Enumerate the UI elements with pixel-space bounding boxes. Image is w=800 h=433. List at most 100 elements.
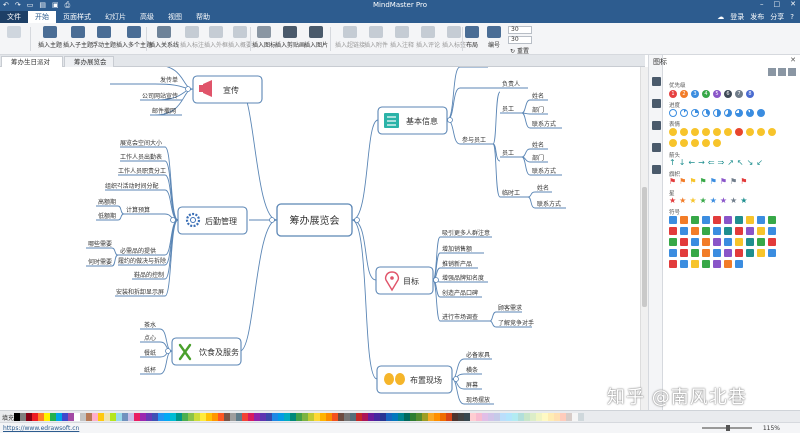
collapse-toggle[interactable] (269, 217, 275, 223)
collapse-toggle[interactable] (165, 348, 171, 354)
leaf-screens[interactable]: 安装和拆卸显示屏 (116, 288, 164, 296)
symbol-icon[interactable] (702, 260, 710, 268)
collapse-toggle[interactable] (170, 217, 176, 223)
arrow-ne-icon[interactable]: ↗ (727, 159, 734, 167)
flag-red-2-icon[interactable]: ⚑ (740, 178, 747, 186)
leaf-temp-worker[interactable]: 临时工 (502, 189, 520, 197)
symbol-icon[interactable] (669, 216, 677, 224)
symbol-icon[interactable] (680, 216, 688, 224)
tongue-icon[interactable] (768, 128, 776, 136)
symbol-icon[interactable] (680, 260, 688, 268)
symbol-icon[interactable] (768, 227, 776, 235)
progress-25-icon[interactable] (691, 109, 699, 117)
menu-page-style[interactable]: 页面样式 (56, 11, 98, 23)
symbol-icon[interactable] (669, 227, 677, 235)
grid-view-icon[interactable] (768, 68, 776, 76)
tab-birthday-party[interactable]: 筹办生日派对 (1, 56, 63, 67)
symbol-icon[interactable] (735, 249, 743, 257)
color-swatch[interactable] (578, 413, 584, 421)
flag-gray-icon[interactable]: ⚑ (730, 178, 737, 186)
mindmap-canvas[interactable]: 筹办展览会 宣传 后勤管理 饮食及服务 基本信息 目标 布置现场 发传单 公司网… (0, 67, 640, 410)
reset-button[interactable]: ↻ 重置 (510, 46, 529, 55)
grin-icon[interactable] (691, 128, 699, 136)
leaf-screen[interactable]: 屏幕 (466, 381, 478, 389)
publish-button[interactable]: 发布 (750, 12, 764, 22)
star-red-icon[interactable]: ★ (669, 197, 676, 205)
angry-icon[interactable] (735, 128, 743, 136)
website-link[interactable]: https://www.edrawsoft.cn (3, 425, 79, 432)
symbol-icon[interactable] (724, 227, 732, 235)
spacing-spinner-b[interactable]: 30 (508, 36, 532, 44)
leaf-attendance[interactable]: 工作人员出勤表 (120, 153, 162, 161)
menu-home[interactable]: 开始 (28, 11, 56, 23)
tab-exhibition[interactable]: 筹办展览会 (64, 56, 114, 67)
insert-image-button[interactable]: 插入图片 (298, 25, 334, 53)
leaf-name-3[interactable]: 姓名 (537, 184, 549, 192)
symbol-icon[interactable] (724, 216, 732, 224)
leaf-banner[interactable]: 横条 (466, 366, 478, 374)
symbol-icon[interactable] (746, 227, 754, 235)
list-view-icon[interactable] (778, 68, 786, 76)
leaf-new-product[interactable]: 推销新产品 (442, 260, 472, 268)
arrow-left-2-icon[interactable]: ⇐ (708, 159, 715, 167)
symbol-icon[interactable] (735, 216, 743, 224)
leaf-contact-1[interactable]: 联系方式 (532, 120, 556, 128)
leaf-reputation[interactable]: 创造产品口碑 (442, 289, 478, 297)
progress-88-icon[interactable] (746, 109, 754, 117)
symbol-icon[interactable] (680, 238, 688, 246)
symbol-icon[interactable] (691, 227, 699, 235)
leaf-contact-2[interactable]: 联系方式 (532, 167, 556, 175)
collapse-toggle[interactable] (433, 277, 439, 283)
leaf-brand[interactable]: 增强品牌知名度 (442, 274, 484, 282)
leaf-name-2[interactable]: 姓名 (532, 141, 544, 149)
symbol-icon[interactable] (713, 238, 721, 246)
progress-75-icon[interactable] (735, 109, 743, 117)
leaf-low-period[interactable]: 低额期 (98, 212, 116, 220)
arrow-down-icon[interactable]: ↓ (679, 159, 686, 167)
symbol-icon[interactable] (713, 249, 721, 257)
leaf-when-needed[interactable]: 何时需要 (88, 258, 112, 266)
leaf-staff[interactable]: 参与员工 (462, 136, 486, 144)
flag-orange-icon[interactable]: ⚑ (679, 178, 686, 186)
symbol-icon[interactable] (691, 249, 699, 257)
leaf-dept-1[interactable]: 部门 (532, 106, 544, 114)
symbol-icon[interactable] (702, 249, 710, 257)
leaf-employee-2[interactable]: 员工 (502, 150, 514, 157)
leaf-competitors[interactable]: 了解竞争对手 (498, 319, 534, 327)
flag-red-icon[interactable]: ⚑ (669, 178, 676, 186)
leaf-napkins[interactable]: 餐纸 (144, 349, 156, 357)
symbol-icon[interactable] (735, 260, 743, 268)
layout-button[interactable]: 布局 (460, 25, 484, 53)
symbol-icon[interactable] (669, 238, 677, 246)
zoom-slider-knob[interactable] (726, 425, 730, 431)
arrow-right-icon[interactable]: → (698, 159, 705, 167)
leaf-flyers[interactable]: 发传单 (160, 76, 178, 84)
symbol-icon[interactable] (735, 238, 743, 246)
symbol-icon[interactable] (702, 238, 710, 246)
priority-2-icon[interactable]: 2 (680, 90, 688, 98)
symbol-icon[interactable] (713, 227, 721, 235)
cry-icon[interactable] (680, 139, 688, 147)
clipboard-group[interactable] (0, 25, 28, 53)
scrollbar-thumb[interactable] (642, 187, 647, 307)
star-orange-icon[interactable]: ★ (679, 197, 686, 205)
leaf-tea[interactable]: 茶水 (144, 321, 156, 329)
laugh-icon[interactable] (680, 128, 688, 136)
priority-3-icon[interactable]: 3 (691, 90, 699, 98)
leaf-high-period[interactable]: 高额期 (98, 198, 116, 206)
leaf-contact-3[interactable]: 联系方式 (537, 200, 561, 208)
collapse-toggle[interactable] (354, 217, 360, 223)
symbol-icon[interactable] (757, 249, 765, 257)
menu-advanced[interactable]: 高级 (133, 11, 161, 23)
leaf-goods-control[interactable]: 鞋品的控制 (134, 271, 164, 279)
arrow-right-2-icon[interactable]: ⇒ (718, 159, 725, 167)
priority-6-icon[interactable]: 6 (724, 90, 732, 98)
flag-yellow-icon[interactable]: ⚑ (689, 178, 696, 186)
kiss-icon[interactable] (713, 139, 721, 147)
leaf-duties[interactable]: 工作人员职责分工 (118, 167, 166, 175)
symbol-icon[interactable] (735, 227, 743, 235)
shy-icon[interactable] (669, 139, 677, 147)
maximize-icon[interactable]: □ (774, 0, 781, 8)
leaf-cups[interactable]: 纸杯 (144, 366, 156, 374)
symbol-icon[interactable] (691, 260, 699, 268)
